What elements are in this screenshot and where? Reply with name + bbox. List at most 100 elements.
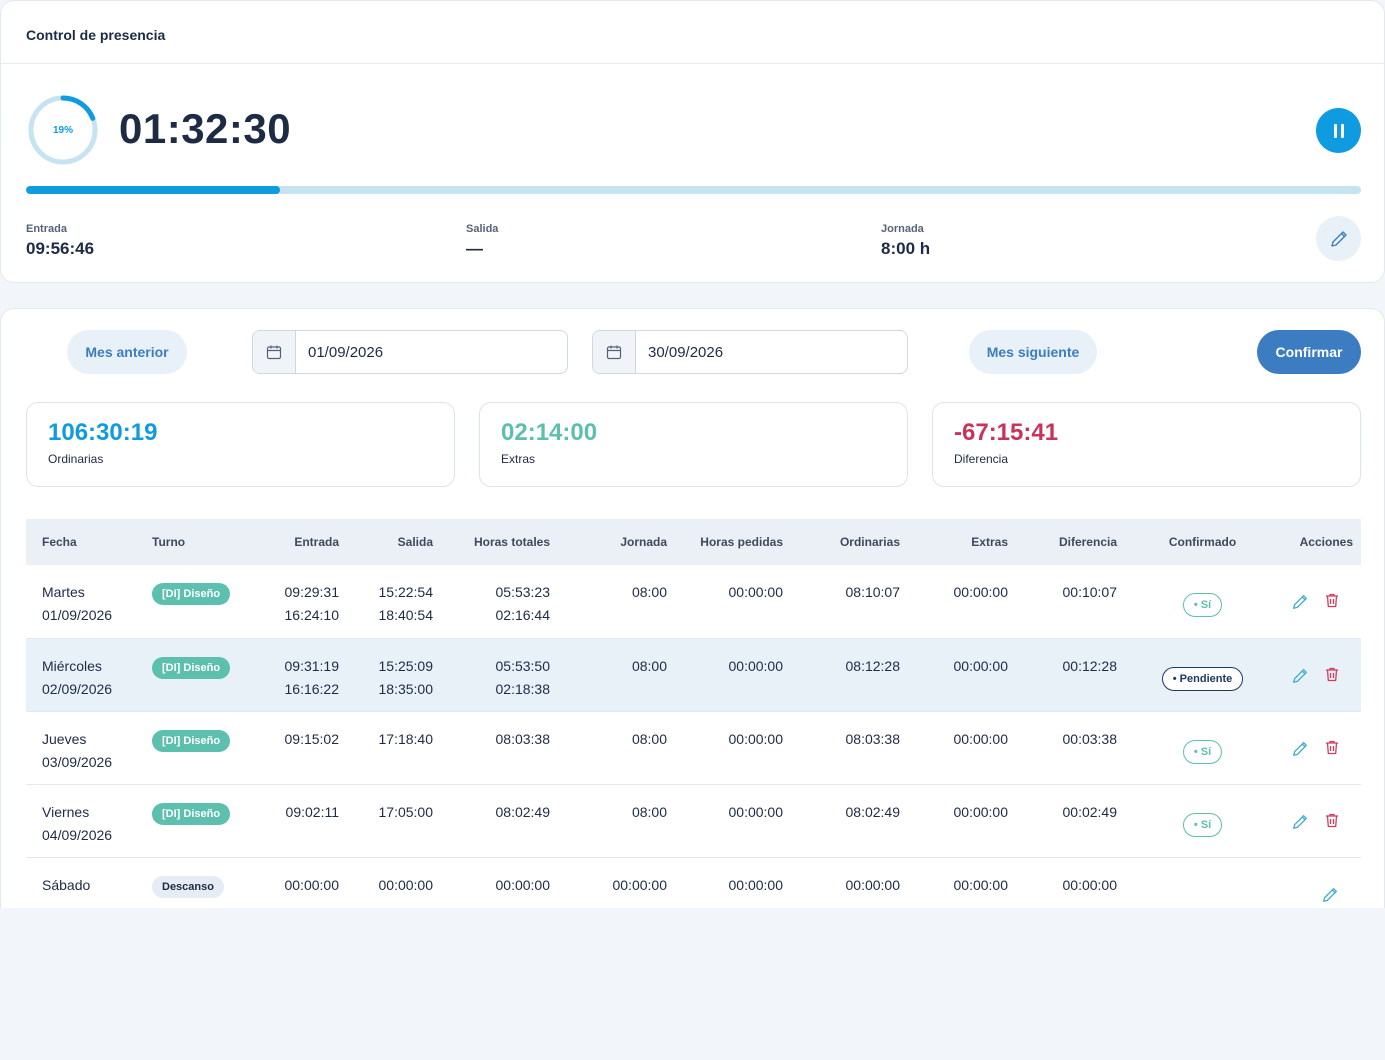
workday-progress-bar <box>26 186 1361 194</box>
card-title: Control de presencia <box>1 1 1384 64</box>
cell-total: 08:02:49 <box>441 784 558 857</box>
cell-turno: [DI] Diseño <box>144 711 244 784</box>
pause-button[interactable] <box>1316 108 1361 153</box>
calendar-icon[interactable] <box>253 331 296 373</box>
delete-row-icon[interactable] <box>1325 813 1339 831</box>
cell-acciones <box>1280 638 1361 711</box>
col-extras: Extras <box>971 535 1008 549</box>
col-horas-pedidas: Horas pedidas <box>700 535 783 549</box>
edit-row-icon[interactable] <box>1321 886 1339 904</box>
row-date-2: 03/09/2026 <box>42 753 113 770</box>
cell-diferencia: 00:12:28 <box>1062 657 1118 674</box>
salida-stat: Salida — <box>466 223 498 259</box>
cell-turno: [DI] Diseño <box>144 784 244 857</box>
cell-pedidas: 00:00:00 <box>728 657 784 674</box>
cell-salida: 17:18:40 <box>347 711 441 784</box>
edit-row-icon[interactable] <box>1291 740 1309 758</box>
cell-ordinarias: 08:10:07 <box>845 584 901 600</box>
col-diferencia: Diferencia <box>1058 535 1117 549</box>
edit-row-icon[interactable] <box>1291 593 1309 611</box>
total-time: 08:02:49 <box>495 803 551 820</box>
cell-ordinarias: 00:00:00 <box>845 876 901 893</box>
dot-icon: • <box>1193 818 1201 831</box>
row-date-2: 01/09/2026 <box>42 607 113 623</box>
status-badge-confirmed: • Sí <box>1182 739 1223 764</box>
summary-extras: 02:14:00 Extras <box>479 402 908 487</box>
salida-time: 17:05:00 <box>378 803 434 820</box>
delete-row-icon[interactable] <box>1325 593 1339 611</box>
next-month-button[interactable]: Mes siguiente <box>969 330 1097 374</box>
col-fecha: Fecha <box>42 535 77 549</box>
delete-row-icon[interactable] <box>1325 667 1339 685</box>
previous-month-button[interactable]: Mes anterior <box>67 330 187 374</box>
status-label: Pendiente <box>1179 672 1233 685</box>
total-time: 08:03:38 <box>495 730 551 747</box>
cell-ordinarias: 08:02:49 <box>845 803 901 820</box>
shift-badge: [DI] Diseño <box>152 583 231 605</box>
attendance-table: Fecha Turno Entrada Salida Horas totales… <box>26 519 1361 908</box>
cell-fecha: Jueves 03/09/2026 <box>26 711 144 784</box>
row-date: Martes <box>42 584 85 600</box>
salida-time: 15:25:09 <box>378 657 434 674</box>
cell-fecha: Martes 01/09/2026 <box>26 565 144 638</box>
edit-row-icon[interactable] <box>1291 667 1309 685</box>
progress-percent: 19% <box>52 124 73 136</box>
edit-row-icon[interactable] <box>1291 813 1309 831</box>
cell-acciones <box>1280 784 1361 857</box>
row-date: Sábado <box>42 876 91 893</box>
cell-diferencia: 00:03:38 <box>1062 730 1118 747</box>
salida-time: 17:18:40 <box>378 730 434 747</box>
col-acciones: Acciones <box>1299 535 1353 549</box>
cell-salida: 17:05:00 <box>347 784 441 857</box>
calendar-icon[interactable] <box>593 331 636 373</box>
salida-time-2: 18:35:00 <box>378 680 434 697</box>
summary-value: 02:14:00 <box>501 419 598 446</box>
end-date-field[interactable] <box>592 330 908 374</box>
cell-total: 08:03:38 <box>441 711 558 784</box>
summary-label: Ordinarias <box>48 452 104 466</box>
summary-label: Diferencia <box>954 452 1009 466</box>
salida-time-2: 18:40:54 <box>378 607 434 623</box>
total-time: 05:53:50 <box>495 657 551 674</box>
dot-icon: • <box>1193 745 1201 758</box>
total-time: 00:00:00 <box>495 876 551 893</box>
table-row: Sábado Descanso 00:00:00 00:00:00 00:00:00 00… <box>26 857 1361 908</box>
col-turno: Turno <box>152 535 186 549</box>
row-date: Jueves <box>42 730 87 747</box>
start-date-field[interactable] <box>252 330 568 374</box>
edit-workday-button[interactable] <box>1316 216 1361 261</box>
cell-total: 00:00:00 <box>441 857 558 908</box>
cell-entrada: 09:29:31 16:24:10 <box>244 565 347 638</box>
cell-confirmado: • Sí <box>1125 711 1280 784</box>
status-badge-pending: • Pendiente <box>1161 666 1244 691</box>
cell-diferencia: 00:10:07 <box>1062 584 1118 600</box>
col-jornada: Jornada <box>620 535 667 549</box>
salida-time: 15:22:54 <box>378 584 434 600</box>
delete-row-icon[interactable] <box>1325 740 1339 758</box>
status-badge-confirmed: • Sí <box>1182 812 1223 837</box>
entrada-time: 09:02:11 <box>285 803 339 820</box>
table-row: Martes 01/09/2026 [DI] Diseño 09:29:31 16:24… <box>26 565 1361 638</box>
cell-pedidas: 00:00:00 <box>728 876 784 893</box>
confirm-button[interactable]: Confirmar <box>1257 330 1361 374</box>
cell-turno: Descanso <box>144 857 244 908</box>
cell-jornada: 08:00 <box>631 584 667 600</box>
cell-pedidas: 00:00:00 <box>728 584 784 600</box>
shift-badge: [DI] Diseño <box>152 729 231 752</box>
table-row: Viernes 04/09/2026 [DI] Diseño 09:02:11 17:0… <box>26 784 1361 857</box>
records-card: Mes anterior Mes siguiente Confirmar 106… <box>0 308 1385 908</box>
table-header-row: Fecha Turno Entrada Salida Horas totales… <box>26 519 1361 565</box>
start-date-input[interactable] <box>296 331 556 373</box>
jornada-value: 8:00 h <box>881 239 931 258</box>
entrada-time: 09:15:02 <box>284 730 340 747</box>
end-date-input[interactable] <box>636 331 896 373</box>
row-date-2: 04/09/2026 <box>42 826 113 843</box>
cell-salida: 00:00:00 <box>347 857 441 908</box>
status-label: Sí <box>1200 599 1212 611</box>
cell-extras: 00:00:00 <box>953 730 1009 747</box>
summary-label: Extras <box>501 452 536 466</box>
total-time-2: 02:18:38 <box>495 680 551 697</box>
cell-extras: 00:00:00 <box>953 876 1009 893</box>
pause-icon <box>1333 123 1344 138</box>
entrada-label: Entrada <box>26 223 67 235</box>
